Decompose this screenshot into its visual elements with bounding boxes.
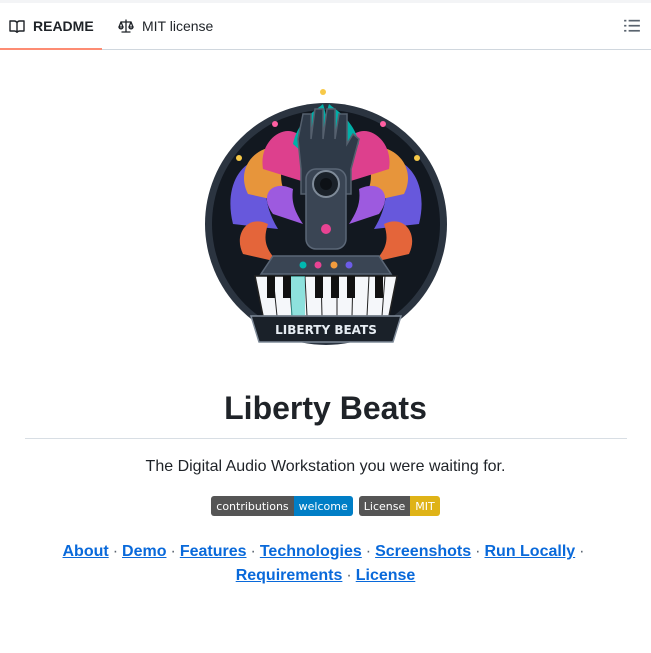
link-technologies[interactable]: Technologies <box>260 543 362 560</box>
page-title: Liberty Beats <box>224 390 427 426</box>
link-screenshots[interactable]: Screenshots <box>375 543 471 560</box>
tab-license-label: MIT license <box>142 18 214 34</box>
liberty-beats-logo: LIBERTY BEATS <box>205 89 447 345</box>
badge-value: MIT <box>410 496 440 516</box>
toc-links: About · Demo · Features · Technologies · Screens… <box>50 540 601 588</box>
separator: · <box>475 543 481 560</box>
license-badge[interactable]: License MIT <box>358 496 440 516</box>
link-demo[interactable]: Demo <box>122 543 166 560</box>
separator: · <box>112 543 119 560</box>
link-about[interactable]: About <box>63 543 109 560</box>
badges: contributions welcome License MIT <box>0 496 651 516</box>
separator: · <box>250 543 256 560</box>
tagline: The Digital Audio Workstation you were w… <box>145 458 506 475</box>
scale-icon <box>118 19 134 33</box>
link-features[interactable]: Features <box>180 543 247 560</box>
link-license[interactable]: License <box>356 567 416 584</box>
tab-readme-label: README <box>33 18 94 34</box>
contributions-badge[interactable]: contributions welcome <box>211 496 353 516</box>
badge-label: License <box>358 496 411 516</box>
link-requirements[interactable]: Requirements <box>236 567 343 584</box>
book-icon <box>9 20 25 33</box>
badge-label: contributions <box>211 496 294 516</box>
separator: · <box>170 543 176 560</box>
logo-text: LIBERTY BEATS <box>275 323 377 337</box>
tab-readme[interactable]: README <box>9 3 94 49</box>
active-tab-indicator <box>0 48 102 50</box>
link-run-locally[interactable]: Run Locally <box>484 543 575 560</box>
tab-bar: README MIT license <box>0 3 651 50</box>
tab-license[interactable]: MIT license <box>118 3 213 49</box>
separator: · <box>579 543 585 560</box>
badge-value: welcome <box>293 496 353 516</box>
outline-list-icon[interactable] <box>623 17 641 35</box>
separator: · <box>365 543 372 560</box>
title-divider <box>25 438 627 439</box>
separator: · <box>346 567 352 584</box>
